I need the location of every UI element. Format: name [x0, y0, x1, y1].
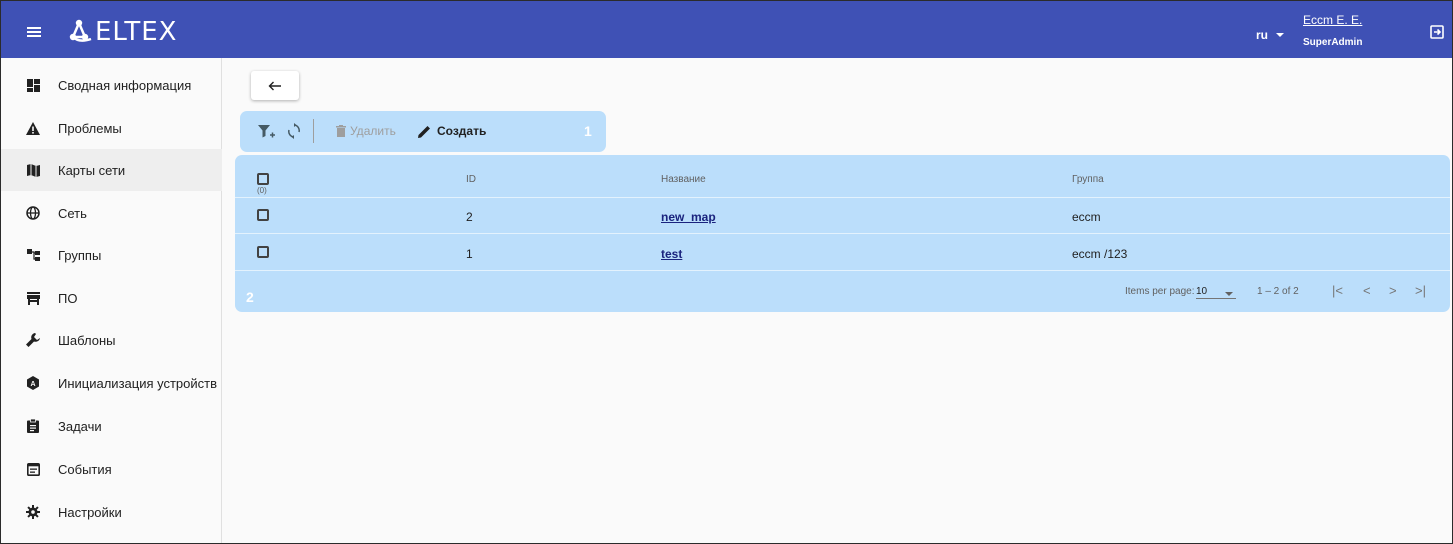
- items-per-page-value: 10: [1196, 286, 1208, 297]
- delete-button[interactable]: Удалить: [336, 124, 396, 138]
- row-checkbox[interactable]: [257, 209, 269, 221]
- menu-icon[interactable]: [27, 27, 41, 37]
- delete-label: Удалить: [350, 124, 396, 138]
- row-name-link[interactable]: new_map: [661, 210, 716, 224]
- logout-icon[interactable]: [1430, 25, 1444, 39]
- store-icon: [26, 291, 40, 305]
- select-all-checkbox[interactable]: [257, 173, 269, 185]
- sidebar-item-label: Проблемы: [58, 120, 122, 136]
- sidebar: Сводная информация Проблемы Карты сети С…: [1, 58, 222, 543]
- sidebar-item-network-maps[interactable]: Карты сети: [1, 149, 222, 191]
- column-header-id[interactable]: ID: [466, 174, 476, 185]
- sidebar-item-network[interactable]: Сеть: [1, 192, 222, 234]
- filter-add-icon[interactable]: [258, 124, 276, 140]
- language-value: ru: [1256, 28, 1268, 42]
- chevron-down-icon: [1276, 33, 1284, 37]
- toolbar: Удалить Создать 1: [240, 111, 606, 152]
- sidebar-item-device-init[interactable]: A Инициализация устройств: [1, 362, 222, 404]
- sidebar-item-software[interactable]: ПО: [1, 277, 222, 319]
- create-label: Создать: [437, 124, 487, 138]
- maps-table: (0) ID Название Группа 2 new_map eccm 1 …: [235, 155, 1450, 312]
- user-role: SuperAdmin: [1303, 37, 1363, 48]
- device-init-icon: A: [26, 376, 40, 390]
- sidebar-item-label: События: [58, 461, 112, 477]
- toolbar-marker: 1: [584, 123, 592, 139]
- chevron-down-icon: [1225, 292, 1233, 296]
- sidebar-item-label: ПО: [58, 290, 78, 306]
- event-list-icon: [26, 462, 40, 476]
- row-id: 2: [466, 210, 473, 224]
- row-group: eccm: [1072, 210, 1101, 224]
- sidebar-item-templates[interactable]: Шаблоны: [1, 319, 222, 361]
- column-header-group[interactable]: Группа: [1072, 174, 1104, 185]
- globe-icon: [26, 206, 40, 220]
- page-range: 1 – 2 of 2: [1257, 286, 1299, 297]
- table-marker: 2: [246, 289, 254, 305]
- pencil-icon: [418, 125, 430, 138]
- sidebar-item-label: Сеть: [58, 205, 87, 221]
- arrow-left-icon: [268, 81, 281, 90]
- eltex-logo[interactable]: ELTEX: [69, 15, 199, 47]
- sidebar-item-groups[interactable]: Группы: [1, 234, 222, 276]
- next-page-icon[interactable]: >: [1389, 283, 1397, 298]
- row-name-link[interactable]: test: [661, 247, 682, 261]
- gear-icon: [26, 505, 40, 519]
- table-header: (0) ID Название Группа: [235, 155, 1450, 198]
- app-window: ELTEX ru Eccm E. E. SuperAdmin Сводная и…: [0, 0, 1453, 544]
- column-header-name[interactable]: Название: [661, 174, 706, 185]
- warning-icon: [26, 121, 40, 135]
- row-group: eccm /123: [1072, 247, 1128, 261]
- trash-icon: [336, 125, 346, 137]
- dashboard-icon: [26, 78, 40, 92]
- sidebar-item-label: Шаблоны: [58, 332, 116, 348]
- brand-name: ELTEX: [95, 17, 177, 47]
- row-checkbox[interactable]: [257, 246, 269, 258]
- refresh-icon[interactable]: [287, 123, 301, 139]
- prev-page-icon[interactable]: <: [1363, 283, 1371, 298]
- selected-count: (0): [257, 186, 267, 195]
- items-per-page-label: Items per page:: [1125, 286, 1195, 297]
- sidebar-item-settings[interactable]: Настройки: [1, 491, 222, 533]
- sidebar-item-label: Сводная информация: [58, 77, 192, 93]
- sidebar-item-label: Инициализация устройств: [58, 375, 218, 391]
- user-name-link[interactable]: Eccm E. E.: [1303, 13, 1362, 27]
- create-button[interactable]: Создать: [418, 124, 486, 138]
- svg-text:A: A: [30, 381, 35, 388]
- last-page-icon[interactable]: >|: [1415, 283, 1426, 298]
- hierarchy-icon: [26, 248, 40, 262]
- sidebar-item-label: Настройки: [58, 504, 122, 520]
- table-row[interactable]: 2 new_map eccm: [235, 198, 1450, 234]
- sidebar-item-label: Задачи: [58, 418, 102, 434]
- clipboard-icon: [26, 419, 40, 433]
- sidebar-item-label: Группы: [58, 247, 102, 263]
- map-icon: [26, 163, 40, 177]
- wrench-icon: [26, 333, 40, 347]
- sidebar-item-problems[interactable]: Проблемы: [1, 107, 222, 149]
- table-row[interactable]: 1 test eccm /123: [235, 235, 1450, 271]
- toolbar-divider: [313, 119, 314, 143]
- sidebar-item-tasks[interactable]: Задачи: [1, 405, 222, 447]
- first-page-icon[interactable]: |<: [1332, 283, 1343, 298]
- sidebar-item-summary[interactable]: Сводная информация: [1, 64, 222, 106]
- language-select[interactable]: ru: [1256, 28, 1284, 42]
- row-id: 1: [466, 247, 473, 261]
- sidebar-item-label: Карты сети: [58, 162, 126, 178]
- sidebar-item-events[interactable]: События: [1, 448, 222, 490]
- app-header: ELTEX ru Eccm E. E. SuperAdmin: [1, 1, 1452, 58]
- back-button[interactable]: [251, 71, 299, 100]
